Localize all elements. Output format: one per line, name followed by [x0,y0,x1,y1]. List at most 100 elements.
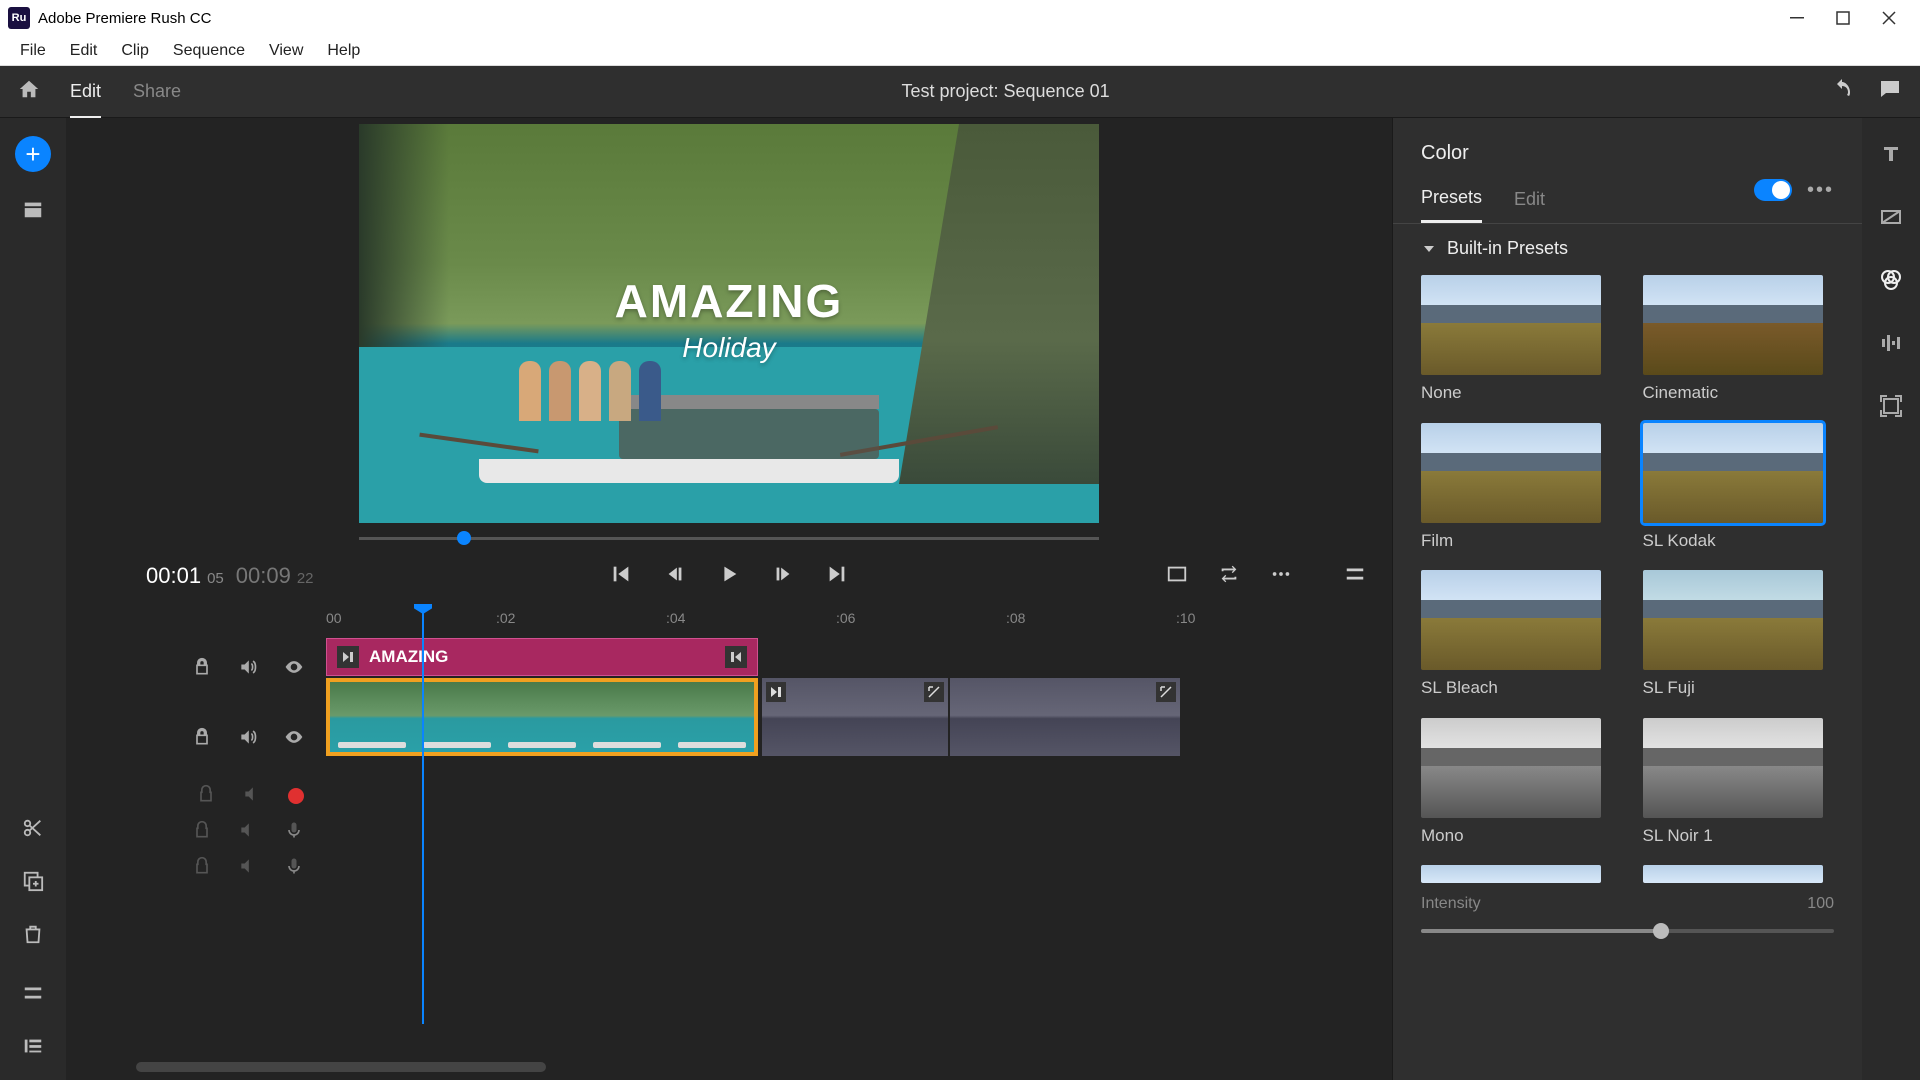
audio-tool-icon[interactable] [1879,331,1903,360]
video-clip-2[interactable] [762,678,948,756]
timeline-ruler[interactable]: 00 :02 :04 :06 :08 :10 [326,604,1384,638]
scissors-icon[interactable] [22,817,44,844]
app-header: Edit Share Test project: Sequence 01 [0,66,1920,118]
intensity-slider-knob[interactable] [1653,923,1669,939]
loop-icon[interactable] [1218,563,1240,590]
timecode-duration-frames: 22 [297,570,314,587]
go-to-start-button[interactable] [610,563,632,590]
timeline-playhead[interactable] [422,604,424,1024]
panel-tab-edit[interactable]: Edit [1514,189,1545,222]
step-back-button[interactable] [664,563,686,590]
mute-icon[interactable] [238,856,258,881]
transition-out-icon[interactable] [725,646,747,668]
preset-thumbnail[interactable] [1421,718,1601,818]
preset-item[interactable]: None [1421,275,1607,405]
undo-icon[interactable] [1830,77,1854,106]
home-icon[interactable] [18,78,40,105]
timeline-horizontal-scrollbar[interactable] [136,1062,546,1072]
right-toolbar [1862,118,1920,1080]
comment-icon[interactable] [1878,77,1902,106]
preset-thumbnail[interactable] [1643,423,1823,523]
preset-thumbnail[interactable] [1421,570,1601,670]
mute-icon[interactable] [238,657,258,682]
mute-icon[interactable] [242,784,262,809]
preset-item[interactable]: Film [1421,423,1607,553]
lock-icon[interactable] [192,727,212,752]
preview-scrubber[interactable] [359,529,1099,548]
intensity-value: 100 [1807,895,1834,913]
preset-thumbnail[interactable] [1421,275,1601,375]
mute-icon[interactable] [238,727,258,752]
lock-icon[interactable] [196,784,216,809]
transitions-tool-icon[interactable] [1879,205,1903,234]
color-tool-icon[interactable] [1879,268,1903,297]
intensity-slider[interactable] [1421,921,1834,941]
window-close-button[interactable] [1866,0,1912,36]
lock-icon[interactable] [192,657,212,682]
menu-view[interactable]: View [257,38,315,64]
video-clip-1[interactable] [326,678,758,756]
layout-menu-icon[interactable] [1344,563,1366,590]
project-panel-icon[interactable] [22,198,44,225]
preset-item[interactable]: Mono [1421,718,1607,848]
menu-sequence[interactable]: Sequence [161,38,257,64]
duplicate-icon[interactable] [22,870,44,897]
visibility-icon[interactable] [284,727,304,752]
preset-thumbnail[interactable] [1421,423,1601,523]
go-to-end-button[interactable] [826,563,848,590]
preview-monitor[interactable]: AMAZING Holiday [359,124,1099,523]
video-clip-3[interactable] [950,678,1180,756]
mode-tab-share[interactable]: Share [133,81,181,119]
preset-item[interactable]: SL Kodak [1643,423,1829,553]
mode-tab-edit[interactable]: Edit [70,81,101,119]
titles-tool-icon[interactable] [1879,142,1903,171]
preset-thumbnail[interactable] [1643,275,1823,375]
preset-label: SL Fuji [1643,678,1829,698]
effect-badge-icon[interactable] [924,682,944,702]
transform-tool-icon[interactable] [1879,394,1903,423]
color-panel: Color Presets Edit ••• Built-in Presets … [1392,118,1862,1080]
window-minimize-button[interactable] [1774,0,1820,36]
more-options-icon[interactable] [1270,563,1292,590]
window-maximize-button[interactable] [1820,0,1866,36]
step-forward-button[interactable] [772,563,794,590]
panel-more-icon[interactable]: ••• [1807,179,1834,202]
play-button[interactable] [718,563,740,590]
color-enable-toggle[interactable] [1754,179,1792,201]
preset-label: Film [1421,531,1607,551]
trash-icon[interactable] [22,923,44,950]
mic-icon[interactable] [284,820,304,845]
preset-item[interactable]: SL Fuji [1643,570,1829,700]
menu-clip[interactable]: Clip [109,38,161,64]
expand-tracks-icon[interactable] [22,982,44,1009]
preset-item[interactable]: SL Bleach [1421,570,1607,700]
panel-tab-presets[interactable]: Presets [1421,187,1482,223]
mic-icon[interactable] [284,856,304,881]
preset-section-header[interactable]: Built-in Presets [1421,238,1834,259]
track-panel-icon[interactable] [22,1035,44,1062]
preset-thumbnail[interactable] [1643,570,1823,670]
effect-badge-icon[interactable] [1156,682,1176,702]
timeline-canvas[interactable]: 00 :02 :04 :06 :08 :10 AMAZING [326,604,1392,1080]
lock-icon[interactable] [192,856,212,881]
record-voiceover-button[interactable] [288,788,304,804]
menu-help[interactable]: Help [315,38,372,64]
editor-center: AMAZING Holiday 00:01 05 00:09 22 [66,118,1392,1080]
mute-icon[interactable] [238,820,258,845]
scrubber-playhead[interactable] [457,531,471,545]
title-clip[interactable]: AMAZING [326,638,758,676]
menu-file[interactable]: File [8,38,58,64]
visibility-icon[interactable] [284,657,304,682]
transition-in-icon[interactable] [337,646,359,668]
menu-edit[interactable]: Edit [58,38,110,64]
add-media-button[interactable]: + [15,136,51,172]
lock-icon[interactable] [192,820,212,845]
transition-icon[interactable] [766,682,786,702]
timecode-duration: 00:09 [236,563,291,589]
preset-item[interactable]: Cinematic [1643,275,1829,405]
preset-grid: None Cinematic Film SL Kodak SL Bleach SL Fuj… [1421,275,1834,885]
preset-thumbnail[interactable] [1643,718,1823,818]
window-titlebar: Ru Adobe Premiere Rush CC [0,0,1920,36]
fullscreen-icon[interactable] [1166,563,1188,590]
preset-item[interactable]: SL Noir 1 [1643,718,1829,848]
